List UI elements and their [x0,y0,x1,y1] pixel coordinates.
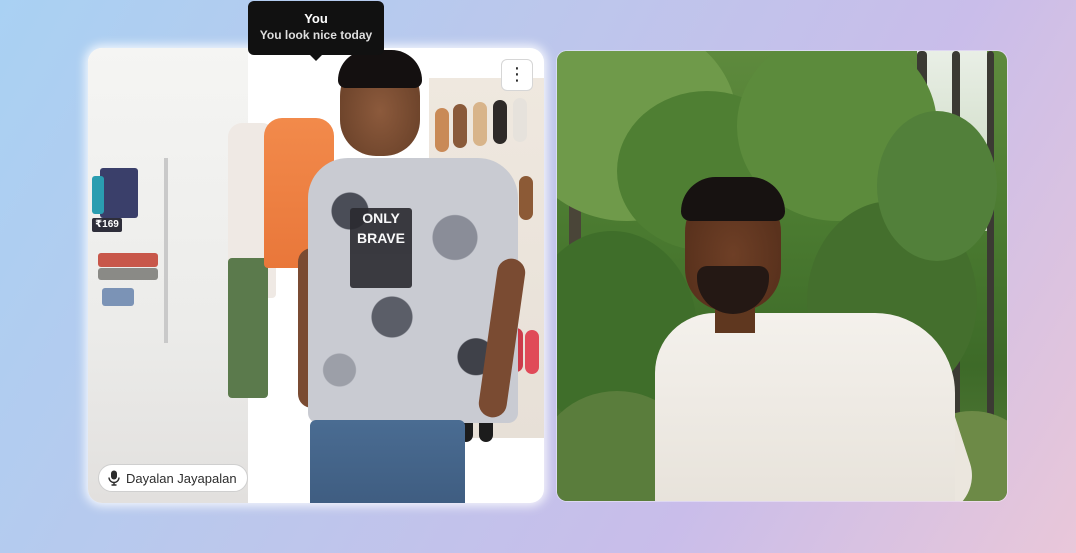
shirt-print: ONLY BRAVE [350,208,412,288]
mannequin-legs [228,258,268,398]
person-hair [338,50,422,88]
person-jeans [310,420,465,503]
more-options-button[interactable]: ⋮ [501,59,533,91]
tooltip-title: You [304,11,328,26]
clothing-rack [92,158,168,343]
self-video-feed: ₹169 ONLY BRAVE [88,48,544,503]
tooltip: You You look nice today [248,1,384,61]
self-video-tile[interactable]: ₹169 ONLY BRAVE ⋮ Dayalan Jayapalan [88,48,544,503]
person-white-shirt [655,313,955,501]
remote-video-tile[interactable] [557,51,1007,501]
price-tag: ₹169 [92,218,122,232]
person-hair [681,177,785,221]
participant-name-chip: Dayalan Jayapalan [98,464,248,492]
microphone-icon [108,470,120,486]
tooltip-text: You look nice today [259,28,373,42]
foliage [877,111,997,261]
more-vertical-icon: ⋮ [508,64,526,84]
participant-name: Dayalan Jayapalan [126,470,237,486]
